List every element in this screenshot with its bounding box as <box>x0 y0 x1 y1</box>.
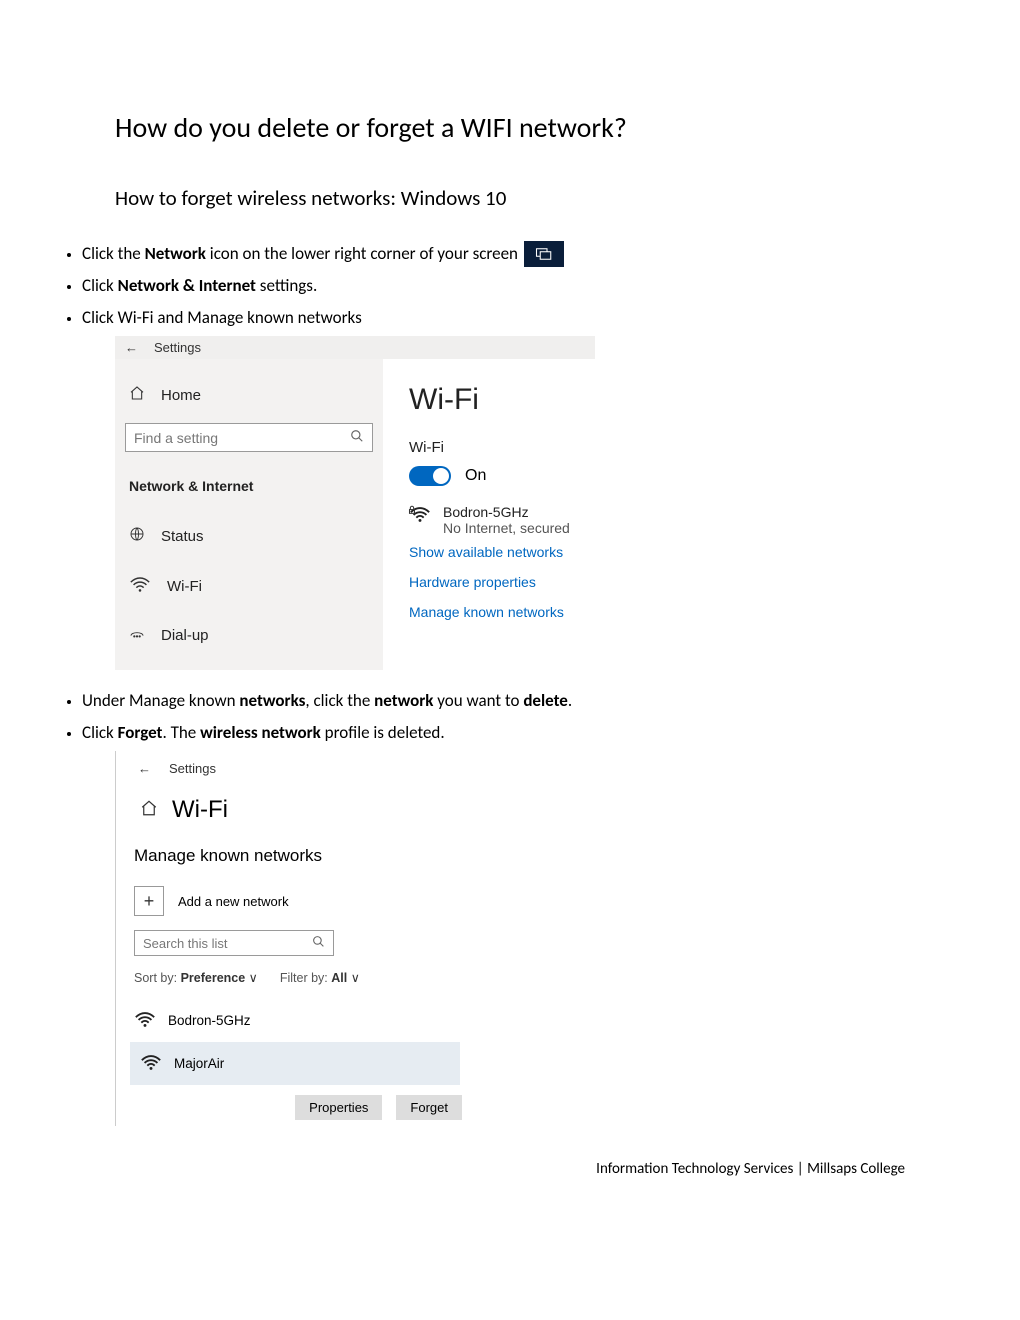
network-tray-icon <box>524 241 564 267</box>
chevron-down-icon: ∨ <box>351 971 360 985</box>
settings-sidebar: Home Find a setting Network & Internet S… <box>115 359 383 670</box>
step-5-c: . The <box>162 722 200 743</box>
chevron-down-icon: ∨ <box>249 971 258 985</box>
step-4-f: delete <box>523 690 568 711</box>
step-5-a: Click <box>82 722 118 743</box>
link-show-available[interactable]: Show available networks <box>409 544 570 560</box>
step-1: Click the Network icon on the lower righ… <box>82 241 905 267</box>
sidebar-item-wifi[interactable]: Wi-Fi <box>125 560 373 612</box>
sort-label: Sort by: <box>134 971 177 985</box>
step-1-text-a: Click the <box>82 243 145 264</box>
sidebar-category: Network & Internet <box>125 472 373 512</box>
home-icon <box>129 385 145 405</box>
sort-value: Preference <box>181 971 246 985</box>
current-network-name: Bodron-5GHz <box>443 504 570 520</box>
page-heading: Wi-Fi <box>172 796 228 824</box>
network-name: Bodron-5GHz <box>168 1013 251 1028</box>
forget-button[interactable]: Forget <box>396 1095 462 1120</box>
instruction-list-2: Under Manage known networks, click the n… <box>82 688 905 745</box>
search-icon <box>350 429 364 446</box>
panel-heading: Wi-Fi <box>409 383 570 417</box>
page-subtitle: How to forget wireless networks: Windows… <box>115 185 905 211</box>
step-4-c: , click the <box>305 690 374 711</box>
instruction-list: Click the Network icon on the lower righ… <box>82 241 905 330</box>
link-manage-known-networks[interactable]: Manage known networks <box>409 604 570 620</box>
search-icon <box>312 935 325 951</box>
settings-main-panel: Wi-Fi Wi-Fi On Bo <box>383 359 570 670</box>
sidebar-status-label: Status <box>161 528 204 545</box>
step-4-d: network <box>374 690 433 711</box>
step-4: Under Manage known networks, click the n… <box>82 688 905 714</box>
step-5-d: wireless network <box>200 722 321 743</box>
step-1-bold: Network <box>145 243 206 264</box>
filter-by-dropdown[interactable]: Filter by: All ∨ <box>280 970 360 985</box>
current-network[interactable]: Bodron-5GHz No Internet, secured <box>409 504 570 536</box>
step-2-bold: Network & Internet <box>118 275 256 296</box>
sidebar-home-label: Home <box>161 387 201 404</box>
network-name: MajorAir <box>174 1056 224 1071</box>
lock-icon <box>407 502 417 520</box>
sidebar-wifi-label: Wi-Fi <box>167 578 202 595</box>
wifi-section-label: Wi-Fi <box>409 439 570 456</box>
search-list-input[interactable]: Search this list <box>134 930 334 956</box>
step-4-g: . <box>568 690 572 711</box>
page-title: How do you delete or forget a WIFI netwo… <box>115 110 905 145</box>
search-list-placeholder: Search this list <box>143 936 228 951</box>
sort-by-dropdown[interactable]: Sort by: Preference ∨ <box>134 970 258 985</box>
plus-icon: + <box>134 886 164 916</box>
filter-value: All <box>331 971 347 985</box>
page-footer: Information Technology Services | Millsa… <box>596 1160 905 1178</box>
window-title: Settings <box>169 761 216 776</box>
sidebar-item-dialup[interactable]: Dial-up <box>125 612 373 658</box>
window-title: Settings <box>154 340 201 355</box>
wifi-icon <box>134 1009 156 1032</box>
home-icon[interactable] <box>140 799 158 822</box>
back-button[interactable]: ← <box>138 761 151 776</box>
sidebar-dialup-label: Dial-up <box>161 627 209 644</box>
sidebar-item-status[interactable]: Status <box>125 512 373 560</box>
screenshot-manage-networks: ← Settings Wi-Fi Manage known networks +… <box>115 751 465 1126</box>
step-2-text-c: settings. <box>256 275 317 296</box>
search-input[interactable]: Find a setting <box>125 423 373 452</box>
sidebar-home[interactable]: Home <box>125 377 373 423</box>
search-placeholder: Find a setting <box>134 430 218 446</box>
step-3: Click Wi-Fi and Manage known networks <box>82 305 905 331</box>
step-5-b: Forget <box>118 722 163 743</box>
add-network-button[interactable]: + Add a new network <box>134 880 465 930</box>
current-network-status: No Internet, secured <box>443 520 570 536</box>
known-network-item-selected[interactable]: MajorAir <box>130 1042 460 1085</box>
step-2-text-a: Click <box>82 275 118 296</box>
add-network-label: Add a new network <box>178 894 289 909</box>
wifi-icon <box>129 574 151 598</box>
filter-label: Filter by: <box>280 971 328 985</box>
step-5: Click Forget. The wireless network profi… <box>82 720 905 746</box>
wifi-toggle[interactable]: On <box>409 466 570 486</box>
wifi-icon <box>140 1052 162 1075</box>
globe-icon <box>129 526 145 546</box>
link-hardware-properties[interactable]: Hardware properties <box>409 574 570 590</box>
back-button[interactable]: ← <box>125 340 138 355</box>
properties-button[interactable]: Properties <box>295 1095 382 1120</box>
dialup-icon <box>129 626 145 644</box>
step-4-a: Under Manage known <box>82 690 239 711</box>
wifi-toggle-state: On <box>465 467 486 485</box>
step-4-e: you want to <box>433 690 523 711</box>
known-network-item[interactable]: Bodron-5GHz <box>134 999 465 1042</box>
step-2: Click Network & Internet settings. <box>82 273 905 299</box>
section-heading: Manage known networks <box>134 846 465 880</box>
step-1-text-c: icon on the lower right corner of your s… <box>206 243 518 264</box>
step-4-b: networks <box>239 690 305 711</box>
step-5-e: profile is deleted. <box>321 722 445 743</box>
screenshot-settings-wifi: ← Settings Home Find a setting Network &… <box>115 336 595 670</box>
